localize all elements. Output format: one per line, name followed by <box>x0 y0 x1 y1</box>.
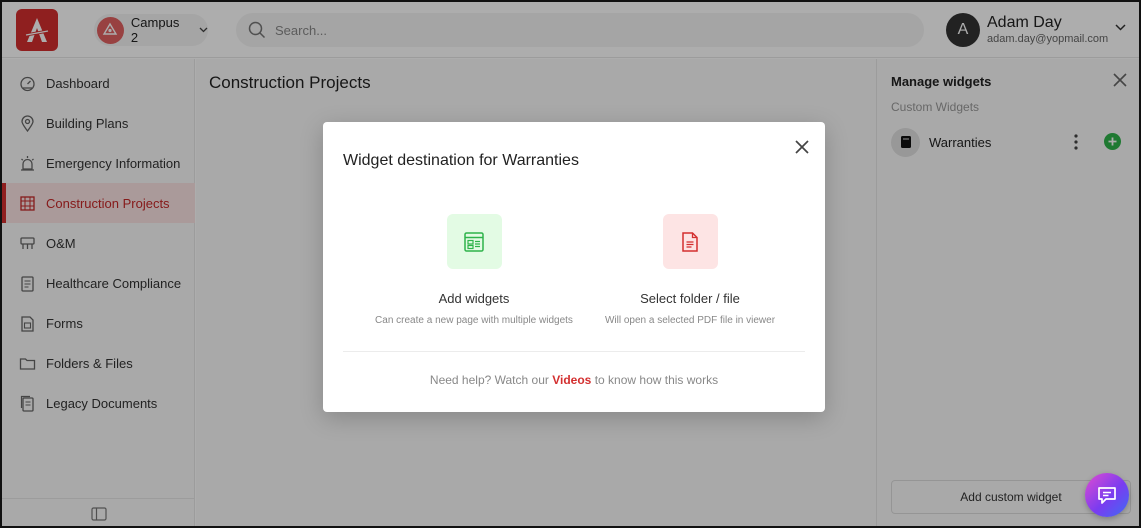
modal-title: Widget destination for Warranties <box>343 152 579 169</box>
widget-destination-modal: Widget destination for Warranties Add wi… <box>323 122 825 412</box>
option-label: Select folder / file <box>640 291 740 306</box>
option-description: Will open a selected PDF file in viewer <box>604 315 776 326</box>
app-frame: Campus 2 A Adam Day adam.day@yopmail.com <box>0 0 1141 528</box>
help-text: Need help? Watch our Videos to know how … <box>323 373 825 387</box>
chat-button[interactable] <box>1085 473 1129 517</box>
videos-link[interactable]: Videos <box>552 373 591 387</box>
divider <box>343 351 805 352</box>
chat-icon <box>1098 487 1116 504</box>
option-description: Can create a new page with multiple widg… <box>375 315 573 326</box>
help-suffix: to know how this works <box>594 373 719 387</box>
file-document-icon <box>682 231 698 252</box>
option-label: Add widgets <box>438 291 510 306</box>
widget-grid-icon <box>464 231 484 252</box>
select-file-tile[interactable] <box>662 214 718 269</box>
add-widgets-tile[interactable] <box>446 214 502 269</box>
add-widgets-option[interactable]: Add widgets Can create a new page with m… <box>354 214 594 326</box>
help-prefix: Need help? Watch our <box>429 373 549 387</box>
select-folder-file-option[interactable]: Select folder / file Will open a selecte… <box>570 214 810 326</box>
close-icon[interactable] <box>795 140 809 154</box>
